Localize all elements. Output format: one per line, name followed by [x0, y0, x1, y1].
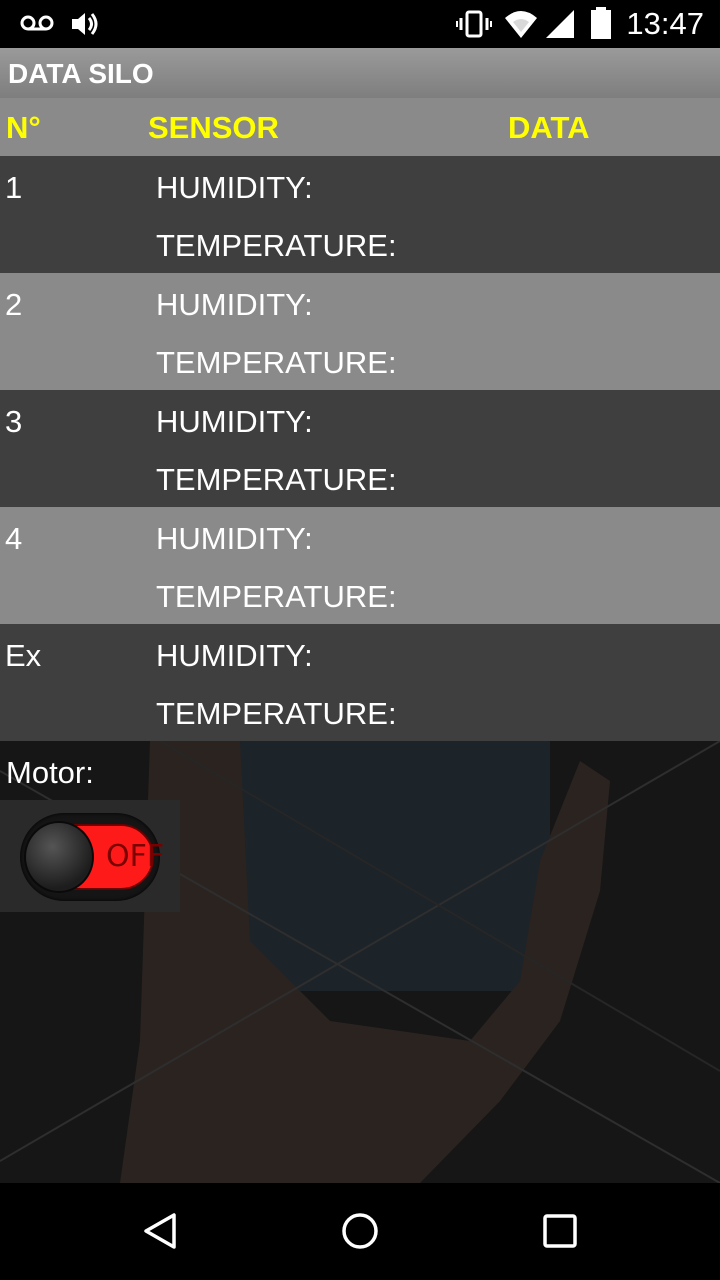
switch-state-label: OFF [106, 839, 165, 874]
motor-switch-container: OFF [0, 800, 180, 912]
table-row: 2 HUMIDITY: TEMPERATURE: [0, 273, 720, 390]
row-number: 2 [5, 287, 23, 322]
volume-icon [72, 13, 98, 35]
temperature-label: TEMPERATURE: [156, 228, 397, 263]
header-sensor: SENSOR [148, 110, 279, 145]
clock: 13:47 [626, 6, 704, 41]
back-icon[interactable] [140, 1211, 180, 1251]
table-row: Ex HUMIDITY: TEMPERATURE: [0, 624, 720, 741]
header-number: N° [6, 110, 41, 145]
temperature-label: TEMPERATURE: [156, 345, 397, 380]
battery-icon [591, 7, 611, 39]
row-number: 1 [5, 170, 23, 205]
table-row: 1 HUMIDITY: TEMPERATURE: [0, 156, 720, 273]
temperature-label: TEMPERATURE: [156, 696, 397, 731]
header-data: DATA [508, 110, 590, 145]
row-number: Ex [5, 638, 42, 673]
app-title: DATA SILO [8, 58, 154, 89]
table-row: 3 HUMIDITY: TEMPERATURE: [0, 390, 720, 507]
humidity-label: HUMIDITY: [156, 170, 313, 205]
navigation-bar [0, 1183, 720, 1280]
switch-knob [24, 821, 94, 893]
voicemail-icon [20, 15, 54, 31]
table-row: 4 HUMIDITY: TEMPERATURE: [0, 507, 720, 624]
row-number: 3 [5, 404, 23, 439]
temperature-label: TEMPERATURE: [156, 462, 397, 497]
signal-icon [546, 10, 574, 38]
wifi-icon [505, 11, 537, 38]
vibrate-icon [456, 10, 492, 38]
sensor-table: 1 HUMIDITY: TEMPERATURE: 2 HUMIDITY: TEM… [0, 156, 720, 741]
app-title-bar: DATA SILO [0, 48, 720, 98]
humidity-label: HUMIDITY: [156, 287, 313, 322]
status-bar: 13:47 [0, 0, 720, 48]
temperature-label: TEMPERATURE: [156, 579, 397, 614]
motor-toggle-switch[interactable]: OFF [20, 813, 164, 901]
humidity-label: HUMIDITY: [156, 404, 313, 439]
motor-label: Motor: [6, 755, 94, 790]
home-icon[interactable] [340, 1211, 380, 1251]
humidity-label: HUMIDITY: [156, 521, 313, 556]
table-header: N° SENSOR DATA [0, 98, 720, 156]
row-number: 4 [5, 521, 23, 556]
recents-icon[interactable] [541, 1211, 579, 1251]
humidity-label: HUMIDITY: [156, 638, 313, 673]
